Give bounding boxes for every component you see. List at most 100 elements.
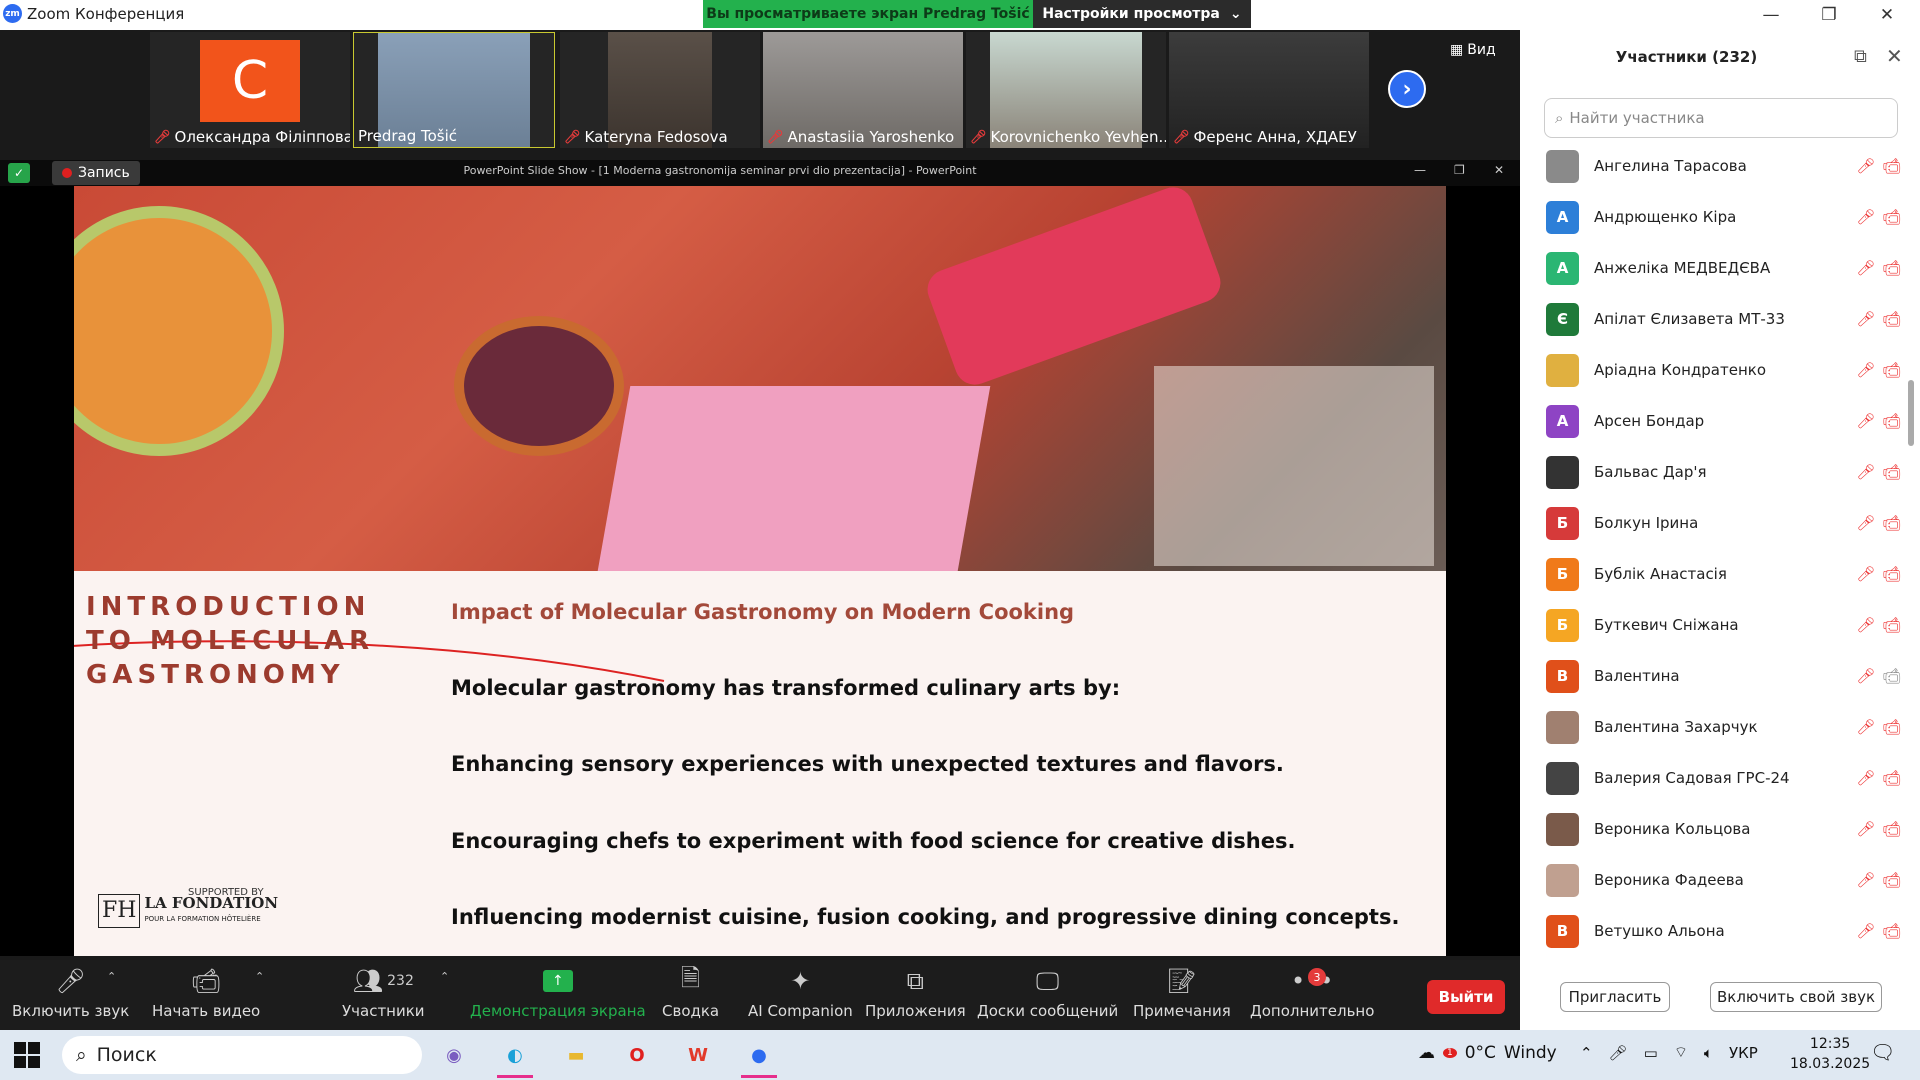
participant-row[interactable]: А Андрющенко Кіра 🎤︎ 📹︎ xyxy=(1546,195,1906,239)
video-options-caret-icon[interactable]: ⌃ xyxy=(255,970,264,983)
popout-icon[interactable]: ⧉ xyxy=(1854,46,1867,67)
wifi-icon[interactable]: ⌔ xyxy=(1674,1043,1688,1062)
muted-mic-icon[interactable]: 🎤︎ xyxy=(1854,361,1878,379)
opera-icon[interactable]: O xyxy=(617,1038,657,1072)
wps-icon[interactable]: W xyxy=(678,1038,718,1072)
video-off-icon[interactable]: 📹︎ xyxy=(1878,514,1906,532)
participant-row[interactable]: Аріадна Кондратенко 🎤︎ 📹︎ xyxy=(1546,348,1906,392)
video-off-icon[interactable]: 📹︎ xyxy=(1878,361,1906,379)
ai-companion-button[interactable]: ✦ AI Companion xyxy=(748,964,853,1020)
language-indicator[interactable]: УКР xyxy=(1729,1044,1758,1062)
video-tile[interactable]: 🎤︎ Kateryna Fedosova xyxy=(560,32,760,148)
weather-widget[interactable]: ☁ 1 0°C Windy xyxy=(1418,1043,1557,1063)
participant-row[interactable]: Б Болкун Ірина 🎤︎ 📹︎ xyxy=(1546,501,1906,545)
taskbar-search-input[interactable]: ⌕ Поиск xyxy=(62,1036,422,1074)
video-off-icon[interactable]: 📹︎ xyxy=(1878,310,1906,328)
participant-row[interactable]: Валерия Садовая ГРС-24 🎤︎ 📹︎ xyxy=(1546,756,1906,800)
edge-icon[interactable]: ◐ xyxy=(495,1038,535,1078)
next-page-arrow-icon[interactable]: › xyxy=(1388,70,1426,108)
view-button[interactable]: ▦ Вид xyxy=(1450,42,1496,58)
file-explorer-icon[interactable]: ▬ xyxy=(556,1038,596,1072)
video-off-icon[interactable]: 📹︎ xyxy=(1878,259,1906,277)
copilot-icon[interactable]: ◉ xyxy=(434,1038,474,1072)
video-off-icon[interactable]: 📹︎ xyxy=(1878,820,1906,838)
muted-mic-icon[interactable]: 🎤︎ xyxy=(1854,616,1878,634)
video-tile[interactable]: 🎤︎ Ференс Анна, ХДАЕУ xyxy=(1169,32,1369,148)
audio-options-caret-icon[interactable]: ⌃ xyxy=(107,970,116,983)
clock[interactable]: 12:35 18.03.2025 xyxy=(1790,1034,1870,1074)
muted-mic-icon[interactable]: 🎤︎ xyxy=(1854,565,1878,583)
video-off-icon[interactable]: 📹︎ xyxy=(1878,157,1906,175)
muted-mic-icon[interactable]: 🎤︎ xyxy=(1854,769,1878,787)
apps-button[interactable]: ⧉ Приложения xyxy=(865,964,966,1020)
battery-icon[interactable]: ▭ xyxy=(1644,1044,1658,1062)
muted-mic-icon[interactable]: 🎤︎ xyxy=(1854,514,1878,532)
participant-row[interactable]: В Ветушко Альона 🎤︎ 📹︎ xyxy=(1546,909,1906,953)
participant-row[interactable]: А Арсен Бондар 🎤︎ 📹︎ xyxy=(1546,399,1906,443)
notes-button[interactable]: 📝︎ Примечания xyxy=(1133,964,1231,1020)
participant-row[interactable]: Ангелина Тарасова 🎤︎ 📹︎ xyxy=(1546,146,1906,188)
more-notification-badge: 3 xyxy=(1308,968,1326,986)
scrollbar[interactable] xyxy=(1908,380,1914,446)
view-settings-button[interactable]: Настройки просмотра ⌄ xyxy=(1033,0,1251,28)
participant-row[interactable]: Вероника Кольцова 🎤︎ 📹︎ xyxy=(1546,807,1906,851)
participant-row[interactable]: А Анжеліка МЕДВЕДЄВА 🎤︎ 📹︎ xyxy=(1546,246,1906,290)
close-icon[interactable]: ✕ xyxy=(1886,44,1903,68)
participants-caret-icon[interactable]: ⌃ xyxy=(440,970,449,983)
video-off-icon[interactable]: 📹︎ xyxy=(1878,208,1906,226)
muted-mic-icon[interactable]: 🎤︎ xyxy=(1854,463,1878,481)
leave-meeting-button[interactable]: Выйти xyxy=(1427,980,1505,1014)
video-off-icon[interactable]: 📹︎ xyxy=(1878,718,1906,736)
video-tile[interactable]: 🎤︎ Anastasiia Yaroshenko xyxy=(763,32,963,148)
video-tile[interactable]: C 🎤︎ Олександра Філіппова xyxy=(150,32,350,148)
share-screen-button[interactable]: ↑ Демонстрация экрана xyxy=(470,964,646,1020)
participant-search-input[interactable]: ⌕ Найти участника xyxy=(1544,98,1898,138)
participant-row[interactable]: Б Бублік Анастасія 🎤︎ 📹︎ xyxy=(1546,552,1906,596)
maximize-button[interactable]: ❐ xyxy=(1806,0,1852,30)
whiteboards-button[interactable]: 🖵 Доски сообщений xyxy=(977,964,1118,1020)
close-window-button[interactable]: ✕ xyxy=(1864,0,1910,30)
video-off-icon[interactable]: 📹︎ xyxy=(1878,871,1906,889)
video-camera-icon[interactable]: 📹︎ xyxy=(1878,667,1906,685)
participant-row[interactable]: Бальвас Дар'я 🎤︎ 📹︎ xyxy=(1546,450,1906,494)
muted-mic-icon[interactable]: 🎤︎ xyxy=(1854,871,1878,889)
chevron-up-icon[interactable]: ⌃ xyxy=(1580,1044,1593,1062)
microphone-icon[interactable]: 🎤︎ xyxy=(1609,1044,1628,1062)
muted-mic-icon[interactable]: 🎤︎ xyxy=(1854,820,1878,838)
start-video-button[interactable]: 📹︎ Начать видео xyxy=(152,964,260,1020)
participant-row[interactable]: Вероника Фадеева 🎤︎ 📹︎ xyxy=(1546,858,1906,902)
unmute-self-button[interactable]: Включить свой звук xyxy=(1710,982,1882,1012)
muted-mic-icon[interactable]: 🎤︎ xyxy=(1854,922,1878,940)
participant-row[interactable]: В Валентина 🎤︎ 📹︎ xyxy=(1546,654,1906,698)
video-off-icon[interactable]: 📹︎ xyxy=(1878,616,1906,634)
participant-name: Kateryna Fedosova xyxy=(584,128,728,146)
participants-button[interactable]: 👥︎ 232 Участники xyxy=(342,964,425,1020)
video-tile-active-speaker[interactable]: Predrag Tošić xyxy=(353,32,555,148)
muted-mic-icon[interactable]: 🎤︎ xyxy=(1854,157,1878,175)
melon-image xyxy=(74,206,284,456)
muted-mic-icon[interactable]: 🎤︎ xyxy=(1854,667,1878,685)
notification-icon[interactable]: 🗨︎ xyxy=(1870,1040,1895,1064)
participants-label: Участники xyxy=(342,1002,425,1020)
windows-start-icon[interactable] xyxy=(14,1042,40,1068)
video-off-icon[interactable]: 📹︎ xyxy=(1878,463,1906,481)
video-off-icon[interactable]: 📹︎ xyxy=(1878,769,1906,787)
participant-name: Олександра Філіппова xyxy=(174,128,350,146)
zoom-taskbar-icon[interactable]: ● xyxy=(739,1038,779,1078)
participant-row[interactable]: Валентина Захарчук 🎤︎ 📹︎ xyxy=(1546,705,1906,749)
invite-button[interactable]: Пригласить xyxy=(1560,982,1670,1012)
muted-mic-icon[interactable]: 🎤︎ xyxy=(1854,208,1878,226)
muted-mic-icon[interactable]: 🎤︎ xyxy=(1854,310,1878,328)
speaker-icon[interactable]: 🔈︎ xyxy=(1704,1044,1713,1062)
muted-mic-icon[interactable]: 🎤︎ xyxy=(1854,412,1878,430)
participant-row[interactable]: Є Апілат Єлизавета МТ-33 🎤︎ 📹︎ xyxy=(1546,297,1906,341)
video-tile[interactable]: 🎤︎ Korovnichenko Yevhen... xyxy=(966,32,1166,148)
muted-mic-icon[interactable]: 🎤︎ xyxy=(1854,718,1878,736)
participant-row[interactable]: Б Буткевич Сніжана 🎤︎ 📹︎ xyxy=(1546,603,1906,647)
video-off-icon[interactable]: 📹︎ xyxy=(1878,922,1906,940)
video-off-icon[interactable]: 📹︎ xyxy=(1878,565,1906,583)
summary-button[interactable]: 🗎 Сводка xyxy=(662,964,719,1021)
muted-mic-icon[interactable]: 🎤︎ xyxy=(1854,259,1878,277)
minimize-button[interactable]: — xyxy=(1748,0,1794,30)
video-off-icon[interactable]: 📹︎ xyxy=(1878,412,1906,430)
